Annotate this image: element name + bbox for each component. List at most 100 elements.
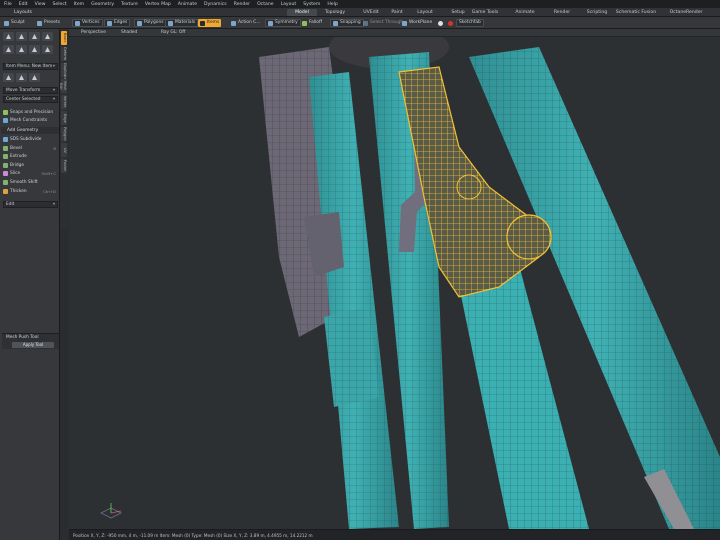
- action-center-label: Action C...: [238, 20, 261, 25]
- rotate-tool-button[interactable]: [29, 32, 40, 41]
- vertical-tab-basic[interactable]: Basic: [61, 31, 67, 45]
- push-button[interactable]: [29, 45, 40, 54]
- layout-tab-layout[interactable]: Layout: [410, 9, 440, 16]
- layout-tab-paint[interactable]: Paint: [382, 9, 412, 16]
- items-button[interactable]: Items: [198, 19, 222, 27]
- vertical-tab-fusion[interactable]: Fusion: [61, 159, 67, 173]
- workplane-button[interactable]: WorkPlane: [400, 19, 434, 27]
- layout-tab-setup[interactable]: Setup: [443, 9, 473, 16]
- snapping-button[interactable]: Snapping: [330, 19, 364, 27]
- shading-dropdown[interactable]: Shaded: [121, 30, 137, 35]
- sds-subdivide-icon: [3, 137, 8, 142]
- tool-item-shortcut: Shift+C: [41, 171, 56, 177]
- falloff-button[interactable]: Falloff: [300, 19, 324, 27]
- center-tool-button[interactable]: [3, 73, 14, 82]
- tool-item-label: Smooth Shift: [10, 180, 38, 185]
- menu-item-vertex-map[interactable]: Vertex Map: [145, 2, 171, 7]
- items-label: Items: [207, 20, 220, 25]
- layout-tab-schematic-fusion[interactable]: Schematic Fusion: [615, 9, 657, 16]
- align-tool-button[interactable]: [29, 73, 40, 82]
- symmetry-button[interactable]: Symmetry: [265, 19, 301, 27]
- tool-item-sds-subdivide[interactable]: SDS Subdivide: [3, 136, 58, 143]
- octane-button[interactable]: [436, 19, 445, 27]
- scale-tool-button[interactable]: [42, 32, 53, 41]
- select-arrow-icon: [6, 34, 11, 39]
- layout-tab-animate[interactable]: Animate: [510, 9, 540, 16]
- tool-item-smooth-shift[interactable]: Smooth Shift: [3, 179, 58, 186]
- 3d-viewport[interactable]: Perspective Shaded Ray GL: Off: [69, 29, 720, 529]
- menu-item-edit[interactable]: Edit: [19, 2, 28, 7]
- ray-gl-toggle[interactable]: Ray GL: Off: [161, 30, 185, 35]
- center-icon: [6, 75, 11, 80]
- extrude-icon: [3, 154, 8, 160]
- vertical-tab-vertex[interactable]: Vertex: [61, 95, 67, 109]
- tool-item-extrude[interactable]: Extrude: [3, 153, 58, 160]
- tool-item-bevel[interactable]: Bevel B: [3, 145, 58, 152]
- transform-button[interactable]: [16, 45, 27, 54]
- edit-value: Edit: [6, 202, 15, 207]
- sketchfab-button[interactable]: Sketchfab: [456, 19, 484, 27]
- tool-item-thicken[interactable]: Thicken Ctrl+D: [3, 188, 58, 195]
- layout-tab-game-tools[interactable]: Game Tools: [470, 9, 500, 16]
- polygons-button[interactable]: Polygons: [134, 19, 167, 27]
- center-selected-dropdown[interactable]: Center Selected ▾: [3, 96, 58, 103]
- vertical-tab-duplicate[interactable]: Duplicate: [61, 63, 67, 80]
- view-type-dropdown[interactable]: Perspective: [81, 30, 106, 35]
- tool-item-label: Bevel: [10, 145, 22, 151]
- menu-item-texture[interactable]: Texture: [121, 2, 138, 7]
- menu-item-view[interactable]: View: [35, 2, 46, 7]
- vertical-tab-uv[interactable]: UV: [61, 143, 67, 157]
- layout-tab-render[interactable]: Render: [547, 9, 577, 16]
- vertical-tab-mesh-edit[interactable]: Mesh Edit: [59, 79, 67, 93]
- item-menu-dropdown[interactable]: Item Menu: New Item ▾: [3, 63, 58, 70]
- select-tool-button[interactable]: [3, 32, 14, 41]
- menu-item-file[interactable]: File: [4, 2, 12, 7]
- tool-item-slice[interactable]: Slice Shift+C: [3, 170, 58, 177]
- tool-item-label: SDS Subdivide: [10, 137, 42, 142]
- vertical-tab-edge[interactable]: Edge: [61, 111, 67, 125]
- add-geometry-section[interactable]: Add Geometry: [1, 127, 59, 134]
- pivot-tool-button[interactable]: [16, 73, 27, 82]
- element-move-button[interactable]: [3, 45, 14, 54]
- sculpt-label: Sculpt: [11, 20, 25, 25]
- menu-item-geometry[interactable]: Geometry: [91, 2, 114, 7]
- tool-item-bridge[interactable]: Bridge: [3, 162, 58, 169]
- mesh-constraints-item[interactable]: Mesh Constraints: [3, 117, 58, 124]
- layout-tab-scripting[interactable]: Scripting: [582, 9, 612, 16]
- edges-button[interactable]: Edges: [104, 19, 131, 27]
- menu-item-dynamics[interactable]: Dynamics: [204, 2, 227, 7]
- menu-item-help[interactable]: Help: [327, 2, 337, 7]
- vertical-tab-polygon[interactable]: Polygon: [61, 127, 67, 141]
- apply-tool-button[interactable]: Apply Tool: [12, 342, 54, 348]
- edit-dropdown[interactable]: Edit ▾: [3, 201, 58, 208]
- menu-item-item[interactable]: Item: [74, 2, 84, 7]
- center-selected-value: Center Selected: [6, 97, 41, 102]
- snaps-precision-item[interactable]: Snaps and Precision: [3, 109, 58, 116]
- menu-item-octane[interactable]: Octane: [257, 2, 274, 7]
- materials-icon: [168, 20, 173, 26]
- menu-item-select[interactable]: Select: [53, 2, 67, 7]
- layout-tab-model[interactable]: Model: [287, 9, 317, 16]
- layout-tab-octanerender[interactable]: OctaneRender: [658, 9, 714, 16]
- move-transform-dropdown[interactable]: Move Transform ▾: [3, 87, 58, 94]
- move-tool-button[interactable]: [16, 32, 27, 41]
- menu-item-animate[interactable]: Animate: [178, 2, 197, 7]
- vertices-button[interactable]: Vertices: [72, 19, 103, 27]
- bend-button[interactable]: [42, 45, 53, 54]
- sculpt-button[interactable]: Sculpt: [2, 19, 27, 27]
- action-center-button[interactable]: Action C...: [229, 19, 262, 27]
- menu-item-render[interactable]: Render: [234, 2, 250, 7]
- layouts-label[interactable]: Layouts: [14, 10, 32, 15]
- tool-item-label: Slice: [10, 171, 21, 177]
- push-icon: [32, 47, 37, 52]
- presets-button[interactable]: Presets: [35, 19, 62, 27]
- vertical-tab-deform[interactable]: Deform: [61, 47, 67, 61]
- menu-item-system[interactable]: System: [303, 2, 320, 7]
- sketchfab-logo-button[interactable]: [446, 19, 455, 27]
- menu-item-layout[interactable]: Layout: [281, 2, 297, 7]
- bevel-icon: [3, 145, 8, 151]
- layout-tab-topology[interactable]: Topology: [320, 9, 350, 16]
- select-through-button[interactable]: Select Through: [361, 19, 405, 27]
- sketchfab-red-icon: [448, 20, 453, 26]
- materials-button[interactable]: Materials: [165, 19, 199, 27]
